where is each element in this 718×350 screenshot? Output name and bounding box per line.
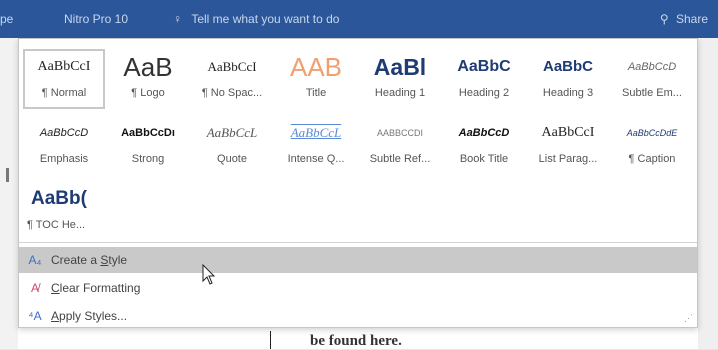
style-label: Subtle Em... — [622, 87, 682, 99]
command-label: Clear Formatting — [51, 281, 141, 295]
style-heading-1[interactable]: AaBl Heading 1 — [359, 49, 441, 109]
style-preview: AaBbCcL — [206, 125, 258, 140]
style-no-spacing[interactable]: AaBbCcI ¶ No Spac... — [191, 49, 273, 109]
create-style-icon: A₄ — [28, 253, 42, 267]
clear-formatting-command[interactable]: A̸ Clear Formatting — [19, 275, 697, 301]
style-toc-heading[interactable]: AaBb( ¶ TOC He... — [23, 181, 105, 241]
gallery-divider — [19, 242, 697, 243]
document-margin-left — [0, 38, 18, 349]
style-preview: AaBbCcI — [207, 59, 257, 74]
style-label: ¶ No Spac... — [201, 87, 263, 99]
styles-gallery: AaBbCcI ¶ Normal AaB ¶ Logo AaBbCcI ¶ No… — [18, 38, 698, 328]
style-preview: AaBbCcI — [541, 125, 595, 140]
share-person-icon: ⚲ — [659, 12, 669, 26]
style-preview: AaBbC — [542, 58, 593, 75]
style-label: ¶ TOC He... — [27, 219, 86, 231]
clear-formatting-icon: A̸ — [30, 281, 39, 295]
style-preview: AaBbCcI — [37, 59, 91, 74]
ruler-marker — [6, 168, 9, 182]
style-label: ¶ Logo — [131, 87, 165, 99]
style-emphasis[interactable]: AaBbCcD Emphasis — [23, 115, 105, 175]
style-list-paragraph[interactable]: AaBbCcI List Parag... — [527, 115, 609, 175]
style-preview: AaBbCcD — [627, 61, 677, 73]
style-logo[interactable]: AaB ¶ Logo — [107, 49, 189, 109]
style-label: Book Title — [459, 153, 509, 165]
style-preview: AaB — [123, 52, 173, 82]
document-margin-right — [698, 38, 718, 349]
style-preview: AaBbCcD — [39, 127, 89, 139]
style-subtle-emphasis[interactable]: AaBbCcD Subtle Em... — [611, 49, 693, 109]
share-label: Share — [675, 12, 708, 26]
style-strong[interactable]: AaBbCcDı Strong — [107, 115, 189, 175]
resize-grip-icon[interactable]: ⋰ — [684, 313, 693, 324]
style-label: Heading 2 — [458, 87, 510, 99]
style-preview: AaBl — [373, 54, 427, 80]
style-label: Heading 1 — [374, 87, 426, 99]
create-style-command[interactable]: A₄ Create a Style — [19, 247, 697, 273]
style-subtle-reference[interactable]: AABBCCDI Subtle Ref... — [359, 115, 441, 175]
style-label: Title — [305, 87, 327, 99]
style-label: List Parag... — [538, 153, 598, 165]
style-label: Heading 3 — [542, 87, 594, 99]
text-caret — [270, 331, 271, 349]
style-preview: AaBb( — [31, 188, 87, 209]
lightbulb-icon: ♀ — [173, 12, 182, 26]
style-label: ¶ Normal — [41, 87, 87, 99]
style-title[interactable]: AAB Title — [275, 49, 357, 109]
style-preview: AaBbCcDı — [121, 127, 175, 139]
apply-styles-icon: ⁴A — [28, 309, 42, 323]
style-intense-quote[interactable]: AaBbCcL Intense Q... — [275, 115, 357, 175]
ribbon-tab[interactable]: pe — [0, 12, 13, 26]
style-preview: AaBbCcL — [290, 125, 342, 140]
style-heading-3[interactable]: AaBbC Heading 3 — [527, 49, 609, 109]
command-label: Apply Styles... — [51, 309, 128, 323]
style-heading-2[interactable]: AaBbC Heading 2 — [443, 49, 525, 109]
command-label: Create a Style — [51, 253, 128, 267]
tell-me-search[interactable]: ♀ Tell me what you want to do — [173, 12, 339, 26]
share-button[interactable]: ⚲ Share — [660, 12, 708, 26]
style-label: ¶ Caption — [628, 153, 676, 165]
style-preview: AaBbCcDdE — [626, 128, 678, 138]
style-label: Subtle Ref... — [369, 153, 431, 165]
style-label: Quote — [217, 153, 247, 165]
style-preview: AAB — [289, 52, 343, 82]
font-name-box[interactable]: Nitro Pro 10 — [64, 12, 128, 26]
style-preview: AaBbCcD — [458, 127, 510, 139]
style-label: Emphasis — [39, 153, 89, 165]
style-book-title[interactable]: AaBbCcD Book Title — [443, 115, 525, 175]
mouse-pointer-icon — [202, 264, 216, 285]
ribbon-bar: pe Nitro Pro 10 ♀ Tell me what you want … — [0, 0, 718, 38]
document-text[interactable]: be found here. — [310, 333, 402, 350]
style-label: Intense Q... — [287, 153, 345, 165]
style-caption[interactable]: AaBbCcDdE ¶ Caption — [611, 115, 693, 175]
style-quote[interactable]: AaBbCcL Quote — [191, 115, 273, 175]
apply-styles-command[interactable]: ⁴A Apply Styles... — [19, 303, 697, 329]
style-label: Strong — [131, 153, 165, 165]
tell-me-label: Tell me what you want to do — [191, 12, 340, 26]
style-preview: AaBbC — [457, 58, 511, 75]
style-preview: AABBCCDI — [376, 128, 423, 138]
style-normal[interactable]: AaBbCcI ¶ Normal — [23, 49, 105, 109]
